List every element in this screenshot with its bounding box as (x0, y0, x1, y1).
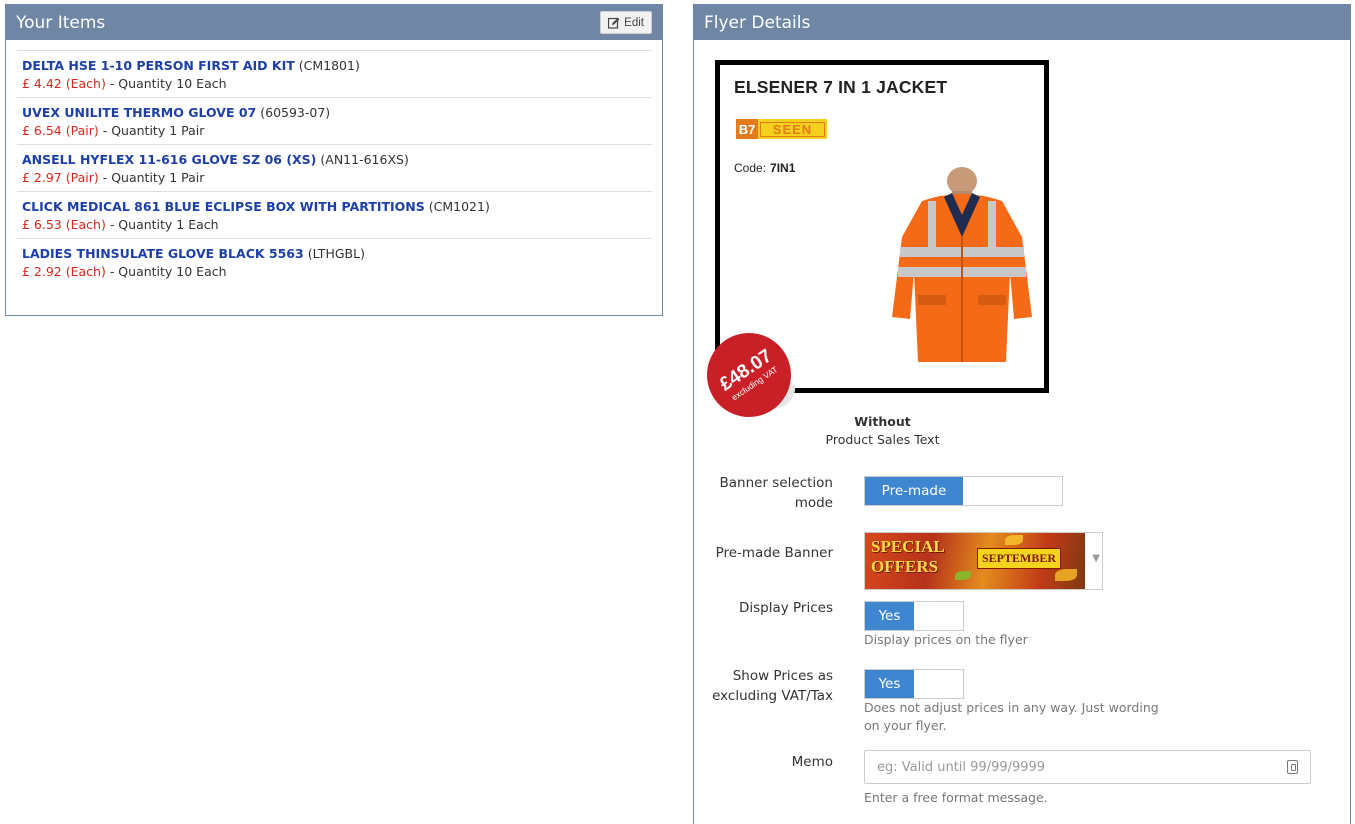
excl-vat-label: Show Prices as excluding VAT/Tax (712, 666, 833, 706)
items-list: DELTA HSE 1-10 PERSON FIRST AID KIT (CM1… (17, 50, 652, 285)
item-name-link[interactable]: LADIES THINSULATE GLOVE BLACK 5563 (22, 246, 304, 261)
banner-mode-value: Pre-made (865, 477, 963, 505)
sales-text-option: Without Product Sales Text (694, 413, 1071, 449)
banner-text-special: SPECIAL OFFERS (871, 537, 945, 577)
item-quantity: - Quantity 1 Pair (102, 170, 205, 185)
banner-text-month: SEPTEMBER (977, 548, 1062, 569)
leaf-decoration (955, 571, 971, 580)
chevron-down-icon[interactable]: ▼ (1092, 553, 1100, 564)
item-code: (CM1801) (298, 58, 360, 73)
list-item: CLICK MEDICAL 861 BLUE ECLIPSE BOX WITH … (17, 192, 652, 239)
banner-mode-label-line2: mode (794, 495, 833, 511)
item-name-link[interactable]: UVEX UNILITE THERMO GLOVE 07 (22, 105, 256, 120)
item-name-link[interactable]: CLICK MEDICAL 861 BLUE ECLIPSE BOX WITH … (22, 199, 425, 214)
premade-banner-select[interactable]: SPECIAL OFFERS SEPTEMBER ▼ (864, 532, 1103, 590)
excl-vat-help-line1: Does not adjust prices in any way. Just … (864, 700, 1159, 715)
flyer-product-code: Code: 7IN1 (734, 161, 795, 175)
display-prices-label: Display Prices (738, 600, 833, 616)
banner-image: SPECIAL OFFERS SEPTEMBER (865, 533, 1085, 589)
product-image (892, 167, 1032, 362)
your-items-panel: Your Items Edit DELTA HSE 1-10 PERSON FI… (5, 4, 663, 316)
list-item: UVEX UNILITE THERMO GLOVE 07 (60593-07) … (17, 98, 652, 145)
contact-card-icon (1287, 760, 1298, 774)
item-code: (LTHGBL) (307, 246, 365, 261)
edit-button[interactable]: Edit (600, 11, 652, 34)
brand-logo-mark: B7 (736, 119, 758, 139)
brand-logo-text: SEEN (760, 121, 825, 137)
item-quantity: - Quantity 1 Pair (102, 123, 205, 138)
list-item: ANSELL HYFLEX 11-616 GLOVE SZ 06 (XS) (A… (17, 145, 652, 192)
item-quantity: - Quantity 10 Each (109, 264, 227, 279)
display-prices-value: Yes (865, 602, 914, 630)
your-items-title: Your Items (16, 12, 106, 33)
sales-text-label: Product Sales Text (825, 432, 940, 447)
excl-vat-toggle[interactable]: Yes (864, 669, 964, 699)
excl-vat-help-line2: on your flyer. (864, 718, 947, 733)
banner-text-offers-line: OFFERS (871, 557, 939, 576)
leaf-decoration (1055, 569, 1077, 581)
flyer-details-header: Flyer Details (694, 5, 1350, 40)
banner-text-special-line: SPECIAL (871, 537, 945, 556)
brand-logo: B7 SEEN (736, 119, 827, 139)
item-code: (AN11-616XS) (320, 152, 409, 167)
item-price: £ 6.53 (Each) (22, 217, 106, 232)
edit-icon (608, 17, 620, 29)
item-price: £ 4.42 (Each) (22, 76, 106, 91)
flyer-code-label: Code: (734, 161, 767, 175)
flyer-details-panel: Flyer Details ELSENER 7 IN 1 JACKET B7 S… (690, 4, 1351, 824)
leaf-decoration (1005, 535, 1023, 545)
list-item: LADIES THINSULATE GLOVE BLACK 5563 (LTHG… (17, 239, 652, 285)
item-quantity: - Quantity 10 Each (109, 76, 227, 91)
excl-vat-label-line1: Show Prices as (732, 668, 833, 684)
sales-text-bold: Without (854, 414, 911, 429)
memo-input[interactable] (865, 751, 1310, 783)
memo-help: Enter a free format message. (864, 790, 1048, 805)
excl-vat-value: Yes (865, 670, 914, 698)
banner-mode-toggle[interactable]: Pre-made (864, 476, 1063, 506)
banner-mode-label-line1: Banner selection (719, 475, 833, 491)
list-item: DELTA HSE 1-10 PERSON FIRST AID KIT (CM1… (17, 51, 652, 98)
display-prices-toggle[interactable]: Yes (864, 601, 964, 631)
item-name-link[interactable]: ANSELL HYFLEX 11-616 GLOVE SZ 06 (XS) (22, 152, 316, 167)
edit-label: Edit (624, 16, 644, 29)
excl-vat-label-line2: excluding VAT/Tax (712, 688, 833, 704)
flyer-product-title: ELSENER 7 IN 1 JACKET (734, 77, 948, 97)
item-quantity: - Quantity 1 Each (109, 217, 219, 232)
your-items-header: Your Items Edit (6, 5, 662, 40)
flyer-details-title: Flyer Details (704, 12, 811, 33)
display-prices-help: Display prices on the flyer (864, 632, 1028, 647)
memo-field[interactable] (864, 750, 1311, 784)
item-price: £ 6.54 (Pair) (22, 123, 99, 138)
item-code: (60593-07) (260, 105, 331, 120)
item-price: £ 2.97 (Pair) (22, 170, 99, 185)
premade-banner-label: Pre-made Banner (715, 545, 833, 561)
banner-mode-label: Banner selection mode (720, 473, 833, 513)
item-code: (CM1021) (428, 199, 490, 214)
excl-vat-help: Does not adjust prices in any way. Just … (864, 699, 1159, 735)
memo-label: Memo (791, 754, 833, 770)
item-name-link[interactable]: DELTA HSE 1-10 PERSON FIRST AID KIT (22, 58, 295, 73)
flyer-code-value: 7IN1 (770, 161, 796, 175)
item-price: £ 2.92 (Each) (22, 264, 106, 279)
